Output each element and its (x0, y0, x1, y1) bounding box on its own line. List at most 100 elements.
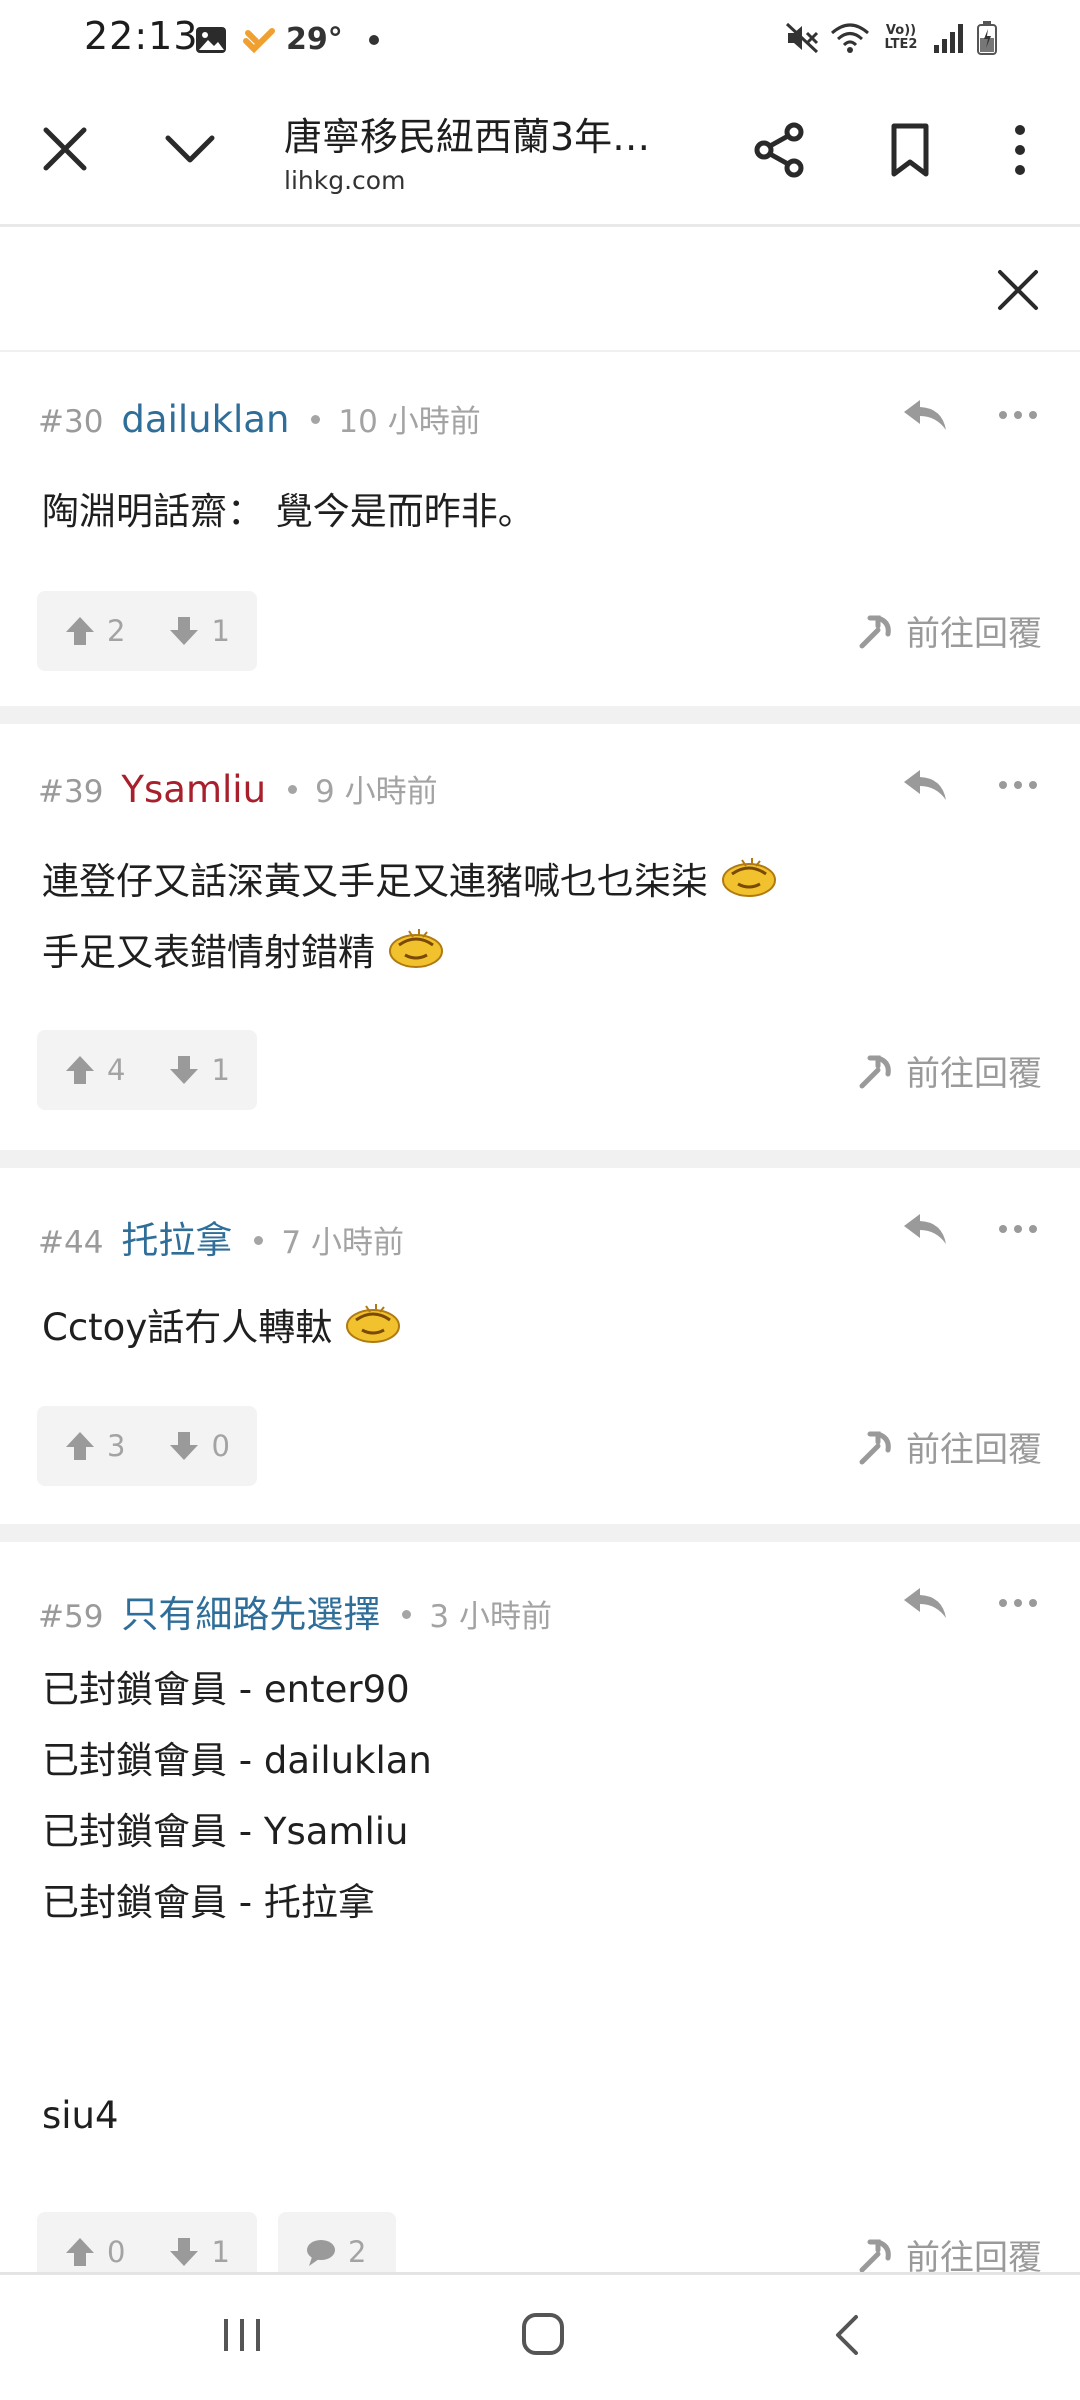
downvote-count: 0 (211, 1429, 230, 1463)
post-number: #39 (38, 774, 104, 810)
reply-icon[interactable] (900, 394, 950, 434)
thumb-up-icon (66, 2238, 94, 2266)
more-horiz-icon[interactable] (998, 1597, 1038, 1609)
post-line-text: 手足又表錯情射錯精 (42, 931, 375, 974)
post-line: Cctoy話冇人轉軚 (42, 1292, 402, 1363)
signal-icon (934, 24, 963, 53)
more-horiz-icon[interactable] (998, 409, 1038, 421)
comments-box[interactable]: 2 (278, 2212, 396, 2272)
close-icon[interactable] (40, 124, 90, 174)
comment-icon (307, 2240, 335, 2266)
blank-space (42, 1938, 432, 2080)
status-temperature: 29° (286, 22, 343, 57)
post-number: #59 (38, 1599, 104, 1635)
reply-icon[interactable] (900, 1582, 950, 1622)
goto-reply-label: 前往回覆 (906, 614, 1042, 654)
post-header: #30 dailuklan 10 小時前 (38, 396, 481, 441)
goto-reply-button[interactable]: 前往回覆 (856, 2230, 1042, 2272)
post-content: 連登仔又話深黃又手足又連豬喊乜乜柒柒 手足又表錯情射錯精 (42, 846, 778, 988)
post-line: 已封鎖會員 - 托拉拿 (42, 1881, 375, 1924)
post-username[interactable]: 托拉拿 (121, 1210, 232, 1264)
post-number: #30 (38, 404, 104, 440)
post-separator (0, 1150, 1080, 1168)
status-bar: 22:13 29° Vo)) LTE2 (0, 0, 1080, 80)
goto-reply-button[interactable]: 前往回覆 (856, 606, 1042, 655)
post-number: #44 (38, 1225, 104, 1261)
post-line: 已封鎖會員 - dailuklan (42, 1739, 432, 1782)
post-content: 陶淵明話齋： 覺今是而昨非。 (42, 476, 535, 547)
more-vert-icon[interactable] (1000, 120, 1040, 180)
thumb-up-icon (66, 1432, 94, 1460)
gallery-icon (196, 26, 226, 53)
reply-icon[interactable] (900, 1208, 950, 1248)
downvote-button[interactable]: 1 (167, 2235, 230, 2269)
comments-count: 2 (348, 2235, 367, 2269)
recents-icon[interactable] (222, 2315, 262, 2355)
back-icon[interactable] (830, 2313, 864, 2357)
vote-box: 2 1 (37, 591, 257, 671)
reply-icon[interactable] (900, 764, 950, 804)
thumb-down-icon (170, 2238, 199, 2266)
post-username[interactable]: Ysamliu (121, 768, 266, 811)
vote-box: 3 0 (37, 1406, 257, 1486)
post-line-text: 連登仔又話深黃又手足又連豬喊乜乜柒柒 (42, 860, 708, 903)
goto-reply-label: 前往回覆 (906, 1430, 1042, 1470)
post: #59 只有細路先選擇 3 小時前 已封鎖會員 - enter90 已封鎖會員 … (0, 1542, 1080, 2272)
post-separator (0, 1524, 1080, 1542)
post-time: 3 小時前 (429, 1599, 552, 1635)
status-dot (368, 34, 379, 45)
comments-button[interactable]: 2 (304, 2235, 366, 2269)
upvote-count: 2 (107, 614, 126, 648)
status-right-icons: Vo)) LTE2 (784, 20, 998, 56)
upvote-count: 3 (107, 1429, 126, 1463)
upvote-button[interactable]: 4 (63, 1053, 125, 1087)
post-time: 9 小時前 (315, 774, 438, 810)
separator-dot (288, 785, 298, 794)
separator-dot (402, 1610, 412, 1619)
post-line: 手足又表錯情射錯精 (42, 917, 778, 988)
bookmark-icon[interactable] (880, 120, 940, 180)
network-label: Vo)) LTE2 (884, 23, 918, 52)
more-horiz-icon[interactable] (998, 1223, 1038, 1235)
goto-reply-label: 前往回覆 (906, 2238, 1042, 2272)
thumb-up-icon (66, 617, 94, 645)
post-username[interactable]: dailuklan (121, 398, 289, 441)
more-horiz-icon[interactable] (998, 779, 1038, 791)
chevron-down-icon[interactable] (160, 124, 220, 174)
downvote-button[interactable]: 1 (167, 614, 230, 648)
status-time: 22:13 (84, 14, 199, 58)
upvote-count: 4 (107, 1053, 126, 1087)
reply-arrow-icon (859, 2239, 891, 2272)
post-line: siu4 (42, 2094, 119, 2137)
reply-arrow-icon (859, 615, 891, 648)
post-line: 連登仔又話深黃又手足又連豬喊乜乜柒柒 (42, 846, 778, 917)
page-title: 唐寧移民紐西蘭3年… (284, 115, 651, 159)
separator-dot (254, 1236, 264, 1245)
home-icon[interactable] (520, 2311, 566, 2357)
post-header: #39 Ysamliu 9 小時前 (38, 766, 438, 811)
goto-reply-button[interactable]: 前往回覆 (856, 1422, 1042, 1471)
system-nav-bar (0, 2272, 1080, 2400)
thumb-down-icon (170, 617, 199, 645)
post-line: 已封鎖會員 - Ysamliu (42, 1810, 409, 1853)
upvote-button[interactable]: 2 (63, 614, 125, 648)
thumb-up-icon (66, 1056, 94, 1084)
vote-box: 4 1 (37, 1030, 257, 1110)
upvote-button[interactable]: 3 (63, 1429, 125, 1463)
vote-box: 0 1 (37, 2212, 257, 2272)
mute-icon (785, 22, 819, 54)
share-icon[interactable] (750, 120, 810, 180)
post-header: #44 托拉拿 7 小時前 (38, 1210, 404, 1264)
post-username[interactable]: 只有細路先選擇 (121, 1584, 380, 1638)
separator-dot (311, 415, 321, 424)
post-separator (0, 706, 1080, 724)
downvote-button[interactable]: 0 (167, 1429, 230, 1463)
goto-reply-button[interactable]: 前往回覆 (856, 1046, 1042, 1095)
close-icon[interactable] (993, 265, 1043, 315)
emoji-icon (388, 929, 443, 968)
downvote-button[interactable]: 1 (167, 1053, 230, 1087)
post-header: #59 只有細路先選擇 3 小時前 (38, 1584, 552, 1638)
upvote-button[interactable]: 0 (63, 2235, 125, 2269)
battery-icon (977, 21, 997, 55)
status-left-icons: 29° (194, 22, 379, 57)
